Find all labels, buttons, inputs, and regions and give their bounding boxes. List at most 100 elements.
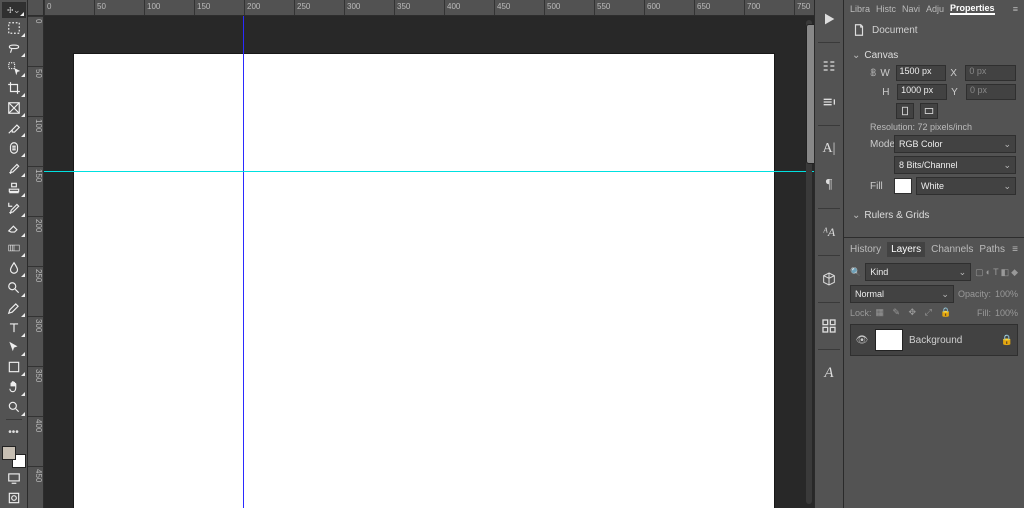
tab-navigator[interactable]: Navi	[902, 4, 920, 14]
paragraph-panel-icon[interactable]: ¶	[818, 172, 840, 198]
ruler-tick: 300	[344, 0, 394, 15]
opacity-label: Opacity:	[958, 289, 991, 299]
hand-tool[interactable]	[2, 377, 26, 397]
ruler-tick: 100	[28, 116, 43, 166]
layer-filter-chips[interactable]: ▢◐T◧◆	[975, 267, 1018, 278]
ruler-origin[interactable]	[28, 0, 44, 16]
healing-tool[interactable]	[2, 138, 26, 158]
document-type-label: Document	[872, 25, 918, 36]
type-tool[interactable]	[2, 318, 26, 338]
tab-libraries[interactable]: Libra	[850, 4, 870, 14]
ruler-vertical[interactable]: 0501001502002503003504004505005506006507…	[28, 16, 44, 508]
rulers-grids-section: Rulers & Grids	[844, 202, 1024, 229]
lock-icons[interactable]: ▦ ✎ ✥ ⤢ 🔒	[876, 307, 955, 318]
zoom-tool[interactable]	[2, 397, 26, 417]
panel-icon-2[interactable]	[818, 89, 840, 115]
grid-panel-icon[interactable]	[818, 313, 840, 339]
layer-fill-value[interactable]: 100%	[995, 308, 1018, 318]
tab-layers[interactable]: Layers	[887, 242, 925, 257]
fill-select[interactable]: White	[916, 177, 1016, 195]
canvas-height-input[interactable]: 1000 px	[897, 84, 947, 100]
opacity-value[interactable]: 100%	[995, 289, 1018, 299]
layer-name[interactable]: Background	[909, 335, 962, 346]
layer-filter-kind[interactable]: Kind	[865, 263, 971, 281]
path-select-tool[interactable]	[2, 338, 26, 358]
lock-icon[interactable]: 🔒	[1001, 335, 1013, 346]
layer-thumbnail[interactable]	[875, 329, 903, 351]
pen-tool[interactable]	[2, 298, 26, 318]
link-wh-icon[interactable]: 𝟠	[870, 68, 876, 79]
ruler-tick: 450	[28, 466, 43, 508]
brush-tool[interactable]	[2, 158, 26, 178]
tab-paths[interactable]: Paths	[979, 244, 1005, 255]
guide-horizontal[interactable]	[44, 171, 814, 172]
tab-properties[interactable]: Properties	[950, 3, 995, 15]
tab-histogram[interactable]: Histc	[876, 4, 896, 14]
shape-tool[interactable]	[2, 357, 26, 377]
gradient-tool[interactable]	[2, 238, 26, 258]
ruler-tick: 600	[644, 0, 694, 15]
canvas-width-input[interactable]: 1500 px	[896, 65, 947, 81]
fill-swatch[interactable]	[894, 178, 912, 194]
document-canvas[interactable]	[74, 54, 774, 508]
type-panel-icon[interactable]: A	[818, 360, 840, 386]
panel-menu-icon[interactable]: ≡	[1013, 4, 1018, 14]
crop-tool[interactable]	[2, 78, 26, 98]
bit-depth-select[interactable]: 8 Bits/Channel	[894, 156, 1016, 174]
history-brush-tool[interactable]	[2, 198, 26, 218]
tab-channels[interactable]: Channels	[931, 244, 973, 255]
ruler-tick: 150	[194, 0, 244, 15]
panel-icons-strip: A| ¶ ᴬA A	[814, 0, 844, 508]
lasso-tool[interactable]	[2, 38, 26, 58]
screenmode-tool[interactable]	[2, 468, 26, 488]
pasteboard[interactable]	[44, 16, 814, 508]
ruler-tick: 650	[694, 0, 744, 15]
ruler-tick: 200	[28, 216, 43, 266]
scrollbar-thumb[interactable]	[806, 24, 814, 164]
layers-tabbar: History Layers Channels Paths ≡	[844, 238, 1024, 261]
blur-tool[interactable]	[2, 258, 26, 278]
move-tool[interactable]	[2, 2, 26, 18]
ruler-tick: 100	[144, 0, 194, 15]
glyphs-panel-icon[interactable]: ᴬA	[818, 219, 840, 245]
eyedropper-tool[interactable]	[2, 118, 26, 138]
ruler-tick: 350	[394, 0, 444, 15]
blend-mode-select[interactable]: Normal	[850, 285, 954, 303]
tab-history[interactable]: History	[850, 244, 881, 255]
ruler-tick: 400	[444, 0, 494, 15]
right-panel: Libra Histc Navi Adju Properties ≡ Docum…	[844, 0, 1024, 508]
visibility-toggle-icon[interactable]: 👁	[855, 335, 869, 346]
canvas-y-input: 0 px	[966, 84, 1016, 100]
play-icon[interactable]	[818, 6, 840, 32]
layers-panel-menu-icon[interactable]: ≡	[1012, 244, 1018, 255]
quickmask-tool[interactable]	[2, 488, 26, 508]
quick-select-tool[interactable]	[2, 58, 26, 78]
ruler-horizontal[interactable]: 0501001502002503003504004505005506006507…	[44, 0, 814, 16]
dodge-tool[interactable]	[2, 278, 26, 298]
panel-icon-1[interactable]	[818, 53, 840, 79]
3d-panel-icon[interactable]	[818, 266, 840, 292]
orientation-landscape[interactable]	[920, 103, 938, 119]
orientation-portrait[interactable]	[896, 103, 914, 119]
scrollbar-vertical[interactable]	[806, 20, 812, 504]
eraser-tool[interactable]	[2, 218, 26, 238]
layer-row[interactable]: 👁 Background 🔒	[850, 324, 1018, 356]
guide-vertical[interactable]	[243, 16, 244, 508]
resolution-label: Resolution: 72 pixels/inch	[870, 122, 1016, 132]
canvas-x-input: 0 px	[965, 65, 1016, 81]
ruler-tick: 700	[744, 0, 794, 15]
ruler-tick: 200	[244, 0, 294, 15]
stamp-tool[interactable]	[2, 178, 26, 198]
edit-toolbar[interactable]: •••	[2, 422, 26, 442]
canvas-section: Canvas 𝟠 W 1500 px X 0 px H 1000 px Y 0 …	[844, 42, 1024, 202]
canvas-section-header[interactable]: Canvas	[852, 50, 1016, 61]
frame-tool[interactable]	[2, 98, 26, 118]
rulers-grids-header[interactable]: Rulers & Grids	[852, 210, 1016, 221]
tab-adjustments[interactable]: Adju	[926, 4, 944, 14]
marquee-tool[interactable]	[2, 18, 26, 38]
color-swatches[interactable]	[2, 446, 26, 468]
search-icon: 🔍	[850, 267, 861, 278]
document-icon	[852, 22, 866, 38]
color-mode-select[interactable]: RGB Color	[894, 135, 1016, 153]
character-panel-icon[interactable]: A|	[818, 136, 840, 162]
